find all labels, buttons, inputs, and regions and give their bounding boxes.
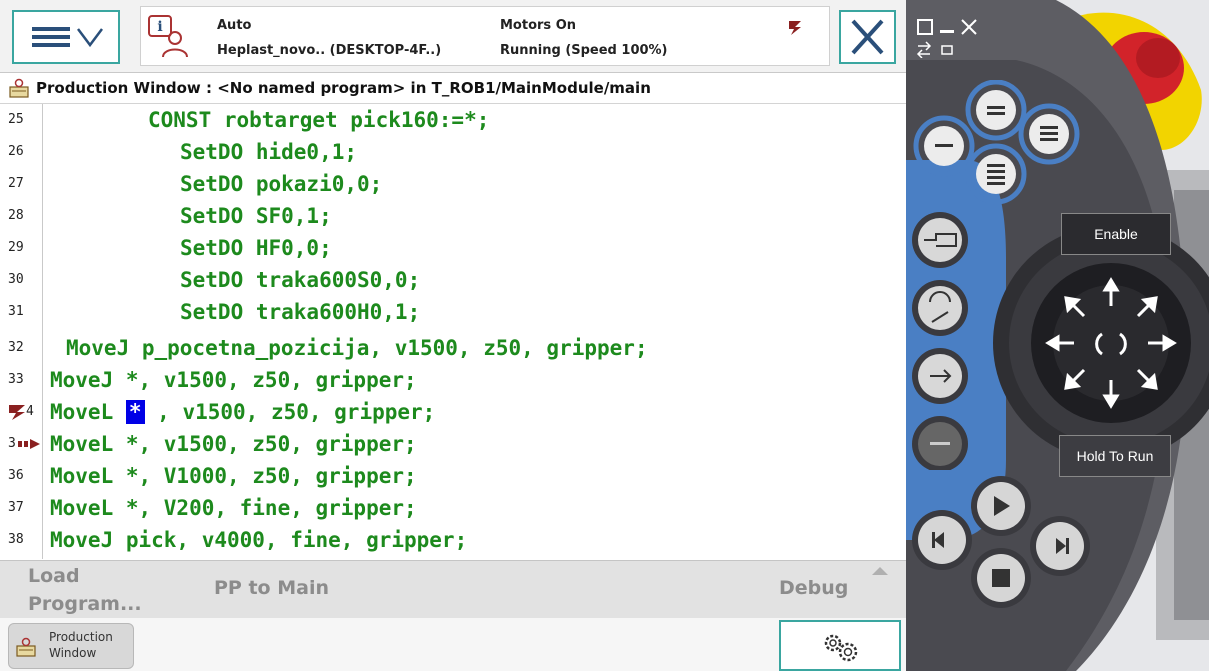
code-text[interactable]: MoveJ pick, v4000, fine, gripper;	[50, 524, 467, 556]
taskbar-item-label: Production Window	[49, 630, 113, 660]
gears-icon	[824, 634, 858, 662]
window-title-bar: Production Window : <No named program> i…	[0, 73, 906, 104]
code-line[interactable]: 3 MoveL *, v1500, z50, gripper;	[0, 428, 906, 460]
code-text[interactable]: MoveL *, v1500, z50, gripper;	[50, 428, 417, 460]
main-menu-button[interactable]	[12, 10, 120, 64]
info-user-icon: i	[148, 15, 188, 58]
code-line[interactable]: 26 SetDO hide0,1;	[0, 136, 906, 168]
virtual-pendant: Enable Hold To Run	[906, 0, 1209, 671]
operating-mode: Auto	[217, 18, 252, 33]
close-x-icon	[851, 19, 884, 55]
flexpendant-screen: i Auto Heplast_novo.. (DESKTOP-4F..) Mot…	[0, 0, 906, 671]
line-number: 32	[8, 340, 24, 355]
motors-state: Motors On	[500, 18, 576, 33]
window-controls	[916, 18, 996, 59]
command-bar: Load Program... PP to Main Debug	[0, 560, 906, 619]
code-text[interactable]: MoveL * , v1500, z50, gripper;	[50, 396, 435, 428]
system-name: Heplast_novo.. (DESKTOP-4F..)	[217, 43, 442, 58]
code-line[interactable]: 38 MoveJ pick, v4000, fine, gripper;	[0, 524, 906, 556]
line-number: 27	[8, 176, 24, 191]
line-number: 38	[8, 532, 24, 547]
selected-token[interactable]: *	[125, 400, 145, 424]
code-text[interactable]: SetDO HF0,0;	[180, 232, 332, 264]
line-number: 31	[8, 304, 24, 319]
code-text[interactable]: MoveL *, V1000, z50, gripper;	[50, 460, 417, 492]
taskbar-production-window[interactable]: Production Window	[8, 623, 134, 669]
code-text[interactable]: SetDO SF0,1;	[180, 200, 332, 232]
code-line[interactable]: 30 SetDO traka600S0,0;	[0, 264, 906, 296]
code-text[interactable]: MoveJ p_pocetna_pozicija, v1500, z50, gr…	[66, 332, 648, 364]
enable-label: Enable	[1094, 226, 1138, 242]
jog-mode-buttons[interactable]	[906, 210, 976, 470]
hold-to-run-label: Hold To Run	[1076, 448, 1154, 464]
debug-menu-button[interactable]: Debug	[779, 577, 848, 599]
production-window-icon	[16, 637, 36, 657]
code-line[interactable]: 37 MoveL *, V200, fine, gripper;	[0, 492, 906, 524]
enable-button[interactable]: Enable	[1061, 213, 1171, 255]
line-number: 25	[8, 112, 24, 127]
production-window-icon	[9, 78, 29, 98]
code-text[interactable]: MoveJ *, v1500, z50, gripper;	[50, 364, 417, 396]
code-line[interactable]: 33 MoveJ *, v1500, z50, gripper;	[0, 364, 906, 396]
code-text[interactable]: SetDO traka600H0,1;	[180, 296, 420, 328]
motion-pointer-arrow-icon	[18, 439, 40, 449]
line-number: 29	[8, 240, 24, 255]
line-number: 33	[8, 372, 24, 387]
robot-status-icon	[789, 21, 801, 35]
code-text[interactable]: SetDO hide0,1;	[180, 136, 357, 168]
code-line[interactable]: 36 MoveL *, V1000, z50, gripper;	[0, 460, 906, 492]
code-line-current[interactable]: 4 MoveL * , v1500, z50, gripper;	[0, 396, 906, 428]
code-line[interactable]: 25 CONST robtarget pick160:=*;	[0, 104, 906, 136]
program-state: Running (Speed 100%)	[500, 43, 668, 58]
hamburger-chevron-icon	[32, 27, 103, 48]
programmable-keys[interactable]	[906, 80, 1096, 210]
close-button[interactable]	[839, 10, 896, 64]
code-line[interactable]: 28 SetDO SF0,1;	[0, 200, 906, 232]
code-text[interactable]: CONST robtarget pick160:=*;	[148, 104, 489, 136]
line-number: 30	[8, 272, 24, 287]
svg-text:i: i	[157, 19, 162, 35]
code-line[interactable]: 32 MoveJ p_pocetna_pozicija, v1500, z50,…	[0, 332, 906, 364]
line-number: 37	[8, 500, 24, 515]
window-title: Production Window : <No named program> i…	[36, 79, 651, 97]
line-number: 36	[8, 468, 24, 483]
code-text[interactable]: MoveL *, V200, fine, gripper;	[50, 492, 417, 524]
program-editor[interactable]: 25 CONST robtarget pick160:=*; 26 SetDO …	[0, 104, 906, 559]
quickset-button[interactable]	[779, 620, 901, 671]
line-number: 26	[8, 144, 24, 159]
program-run-buttons[interactable]	[906, 470, 1096, 630]
code-text[interactable]: SetDO traka600S0,0;	[180, 264, 420, 296]
code-line[interactable]: 31 SetDO traka600H0,1;	[0, 296, 906, 328]
code-text[interactable]: SetDO pokazi0,0;	[180, 168, 382, 200]
pp-to-main-button[interactable]: PP to Main	[214, 577, 329, 599]
joystick[interactable]	[1036, 268, 1186, 418]
load-program-button[interactable]: Load Program...	[28, 565, 168, 615]
taskbar: Production Window	[0, 618, 906, 671]
code-line[interactable]: 27 SetDO pokazi0,0;	[0, 168, 906, 200]
status-panel[interactable]: i Auto Heplast_novo.. (DESKTOP-4F..) Mot…	[140, 6, 830, 66]
code-line[interactable]: 29 SetDO HF0,0;	[0, 232, 906, 264]
line-number: 28	[8, 208, 24, 223]
chevron-up-icon	[872, 567, 888, 575]
line-number: 4	[26, 404, 34, 419]
status-bar: i Auto Heplast_novo.. (DESKTOP-4F..) Mot…	[0, 0, 906, 73]
